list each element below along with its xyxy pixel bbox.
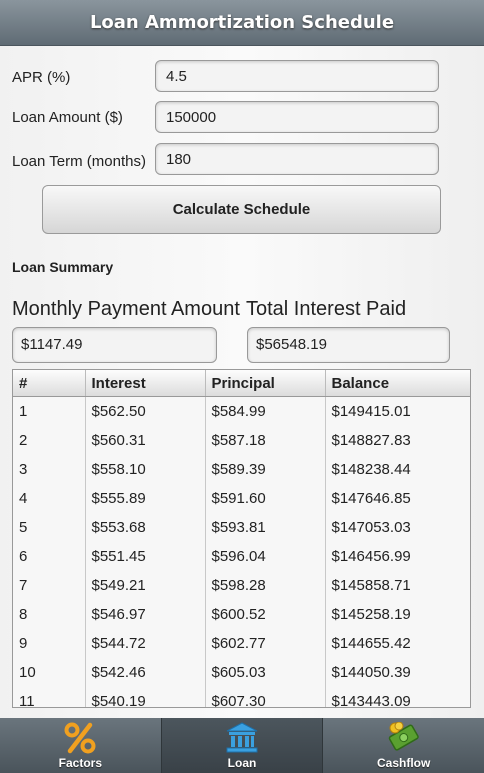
total-interest-label: Total Interest Paid bbox=[246, 298, 407, 320]
loan-term-input[interactable] bbox=[155, 143, 439, 175]
table-cell: $584.99 bbox=[205, 396, 326, 426]
table-cell: 5 bbox=[13, 513, 86, 542]
table-cell: $143443.09 bbox=[331, 693, 411, 708]
table-row: 7 $549.21 $598.28 $145858.71 bbox=[13, 571, 470, 600]
table-cell: $144655.42 bbox=[331, 635, 411, 652]
column-header: Balance bbox=[325, 370, 470, 397]
total-interest-value: $56548.19 bbox=[247, 327, 450, 363]
loan-term-label: Loan Term (months) bbox=[12, 153, 146, 170]
table-cell: $148827.83 bbox=[331, 432, 411, 449]
table-cell: $600.52 bbox=[205, 600, 326, 629]
table-cell: $544.72 bbox=[85, 629, 206, 658]
column-header: # bbox=[13, 370, 86, 397]
app-header: Loan Ammortization Schedule bbox=[0, 0, 484, 46]
table-cell: $549.21 bbox=[85, 571, 206, 600]
table-cell: $145858.71 bbox=[331, 577, 411, 594]
table-row: 10 $542.46 $605.03 $144050.39 bbox=[13, 658, 470, 687]
table-cell: $149415.01 bbox=[331, 403, 411, 420]
table-cell: $589.39 bbox=[205, 455, 326, 484]
column-header: Principal bbox=[205, 370, 326, 397]
apr-label: APR (%) bbox=[12, 69, 71, 86]
money-icon bbox=[386, 720, 422, 756]
table-cell: $593.81 bbox=[205, 513, 326, 542]
tab-label: Factors bbox=[58, 756, 103, 770]
table-cell: $145258.19 bbox=[331, 606, 411, 623]
column-header: Interest bbox=[85, 370, 206, 397]
table-cell: $605.03 bbox=[205, 658, 326, 687]
table-cell: $146456.99 bbox=[331, 548, 411, 565]
table-row: 2 $560.31 $587.18 $148827.83 bbox=[13, 426, 470, 455]
table-cell: $598.28 bbox=[205, 571, 326, 600]
table-cell: 8 bbox=[13, 600, 86, 629]
table-row: 1 $562.50 $584.99 $149415.01 bbox=[13, 396, 470, 426]
table-header-row: # Interest Principal Balance bbox=[13, 370, 470, 397]
bank-icon bbox=[225, 720, 259, 756]
table-cell: $555.89 bbox=[85, 484, 206, 513]
table-row: 4 $555.89 $591.60 $147646.85 bbox=[13, 484, 470, 513]
table-cell: 2 bbox=[13, 426, 86, 455]
tab-loan[interactable]: Loan bbox=[161, 718, 324, 773]
percent-icon bbox=[63, 720, 97, 756]
calculate-schedule-button[interactable]: Calculate Schedule bbox=[42, 185, 441, 234]
schedule-table[interactable]: # Interest Principal Balance 1 $562.50 $58… bbox=[12, 369, 471, 708]
table-cell: 7 bbox=[13, 571, 86, 600]
loan-summary-heading: Loan Summary bbox=[12, 259, 114, 275]
table-cell: 3 bbox=[13, 455, 86, 484]
table-cell: $546.97 bbox=[85, 600, 206, 629]
table-cell: $147646.85 bbox=[331, 490, 411, 507]
table-cell: 10 bbox=[13, 658, 86, 687]
table-cell: $596.04 bbox=[205, 542, 326, 571]
table-cell: 9 bbox=[13, 629, 86, 658]
table-cell: $562.50 bbox=[85, 396, 206, 426]
table-row: 6 $551.45 $596.04 $146456.99 bbox=[13, 542, 470, 571]
tab-label: Cashflow bbox=[377, 756, 431, 770]
table-cell: $147053.03 bbox=[331, 519, 411, 536]
monthly-payment-value: $1147.49 bbox=[12, 327, 217, 363]
table-cell: $542.46 bbox=[85, 658, 206, 687]
table-cell: $591.60 bbox=[205, 484, 326, 513]
apr-input[interactable] bbox=[155, 60, 439, 92]
tab-label: Loan bbox=[227, 756, 257, 770]
table-row: 8 $546.97 $600.52 $145258.19 bbox=[13, 600, 470, 629]
table-cell: $148238.44 bbox=[331, 461, 411, 478]
table-row: 9 $544.72 $602.77 $144655.42 bbox=[13, 629, 470, 658]
table-cell: 1 bbox=[13, 396, 86, 426]
loan-amount-input[interactable] bbox=[155, 101, 439, 133]
table-row: 5 $553.68 $593.81 $147053.03 bbox=[13, 513, 470, 542]
loan-amount-label: Loan Amount ($) bbox=[12, 109, 123, 126]
tab-cashflow[interactable]: Cashflow bbox=[323, 718, 484, 773]
table-cell: 11 bbox=[13, 687, 86, 707]
main-content: APR (%) Loan Amount ($) Loan Term (month… bbox=[0, 46, 484, 718]
bottom-tab-bar: Factors Loan Cashflow bbox=[0, 718, 484, 773]
tab-factors[interactable]: Factors bbox=[0, 718, 162, 773]
table-cell: $560.31 bbox=[85, 426, 206, 455]
table-row: 11 $540.19 $607.30 $143443.09 bbox=[13, 687, 470, 708]
table-cell: $553.68 bbox=[85, 513, 206, 542]
table-cell: $602.77 bbox=[205, 629, 326, 658]
table-cell: $558.10 bbox=[85, 455, 206, 484]
page-title: Loan Ammortization Schedule bbox=[89, 12, 395, 33]
table-cell: 6 bbox=[13, 542, 86, 571]
table-cell: 4 bbox=[13, 484, 86, 513]
table-row: 3 $558.10 $589.39 $148238.44 bbox=[13, 455, 470, 484]
table-cell: $144050.39 bbox=[331, 664, 411, 681]
table-cell: $540.19 bbox=[85, 687, 206, 707]
monthly-payment-label: Monthly Payment Amount bbox=[12, 298, 240, 320]
table-cell: $607.30 bbox=[205, 687, 326, 707]
table-cell: $551.45 bbox=[85, 542, 206, 571]
table-cell: $587.18 bbox=[205, 426, 326, 455]
